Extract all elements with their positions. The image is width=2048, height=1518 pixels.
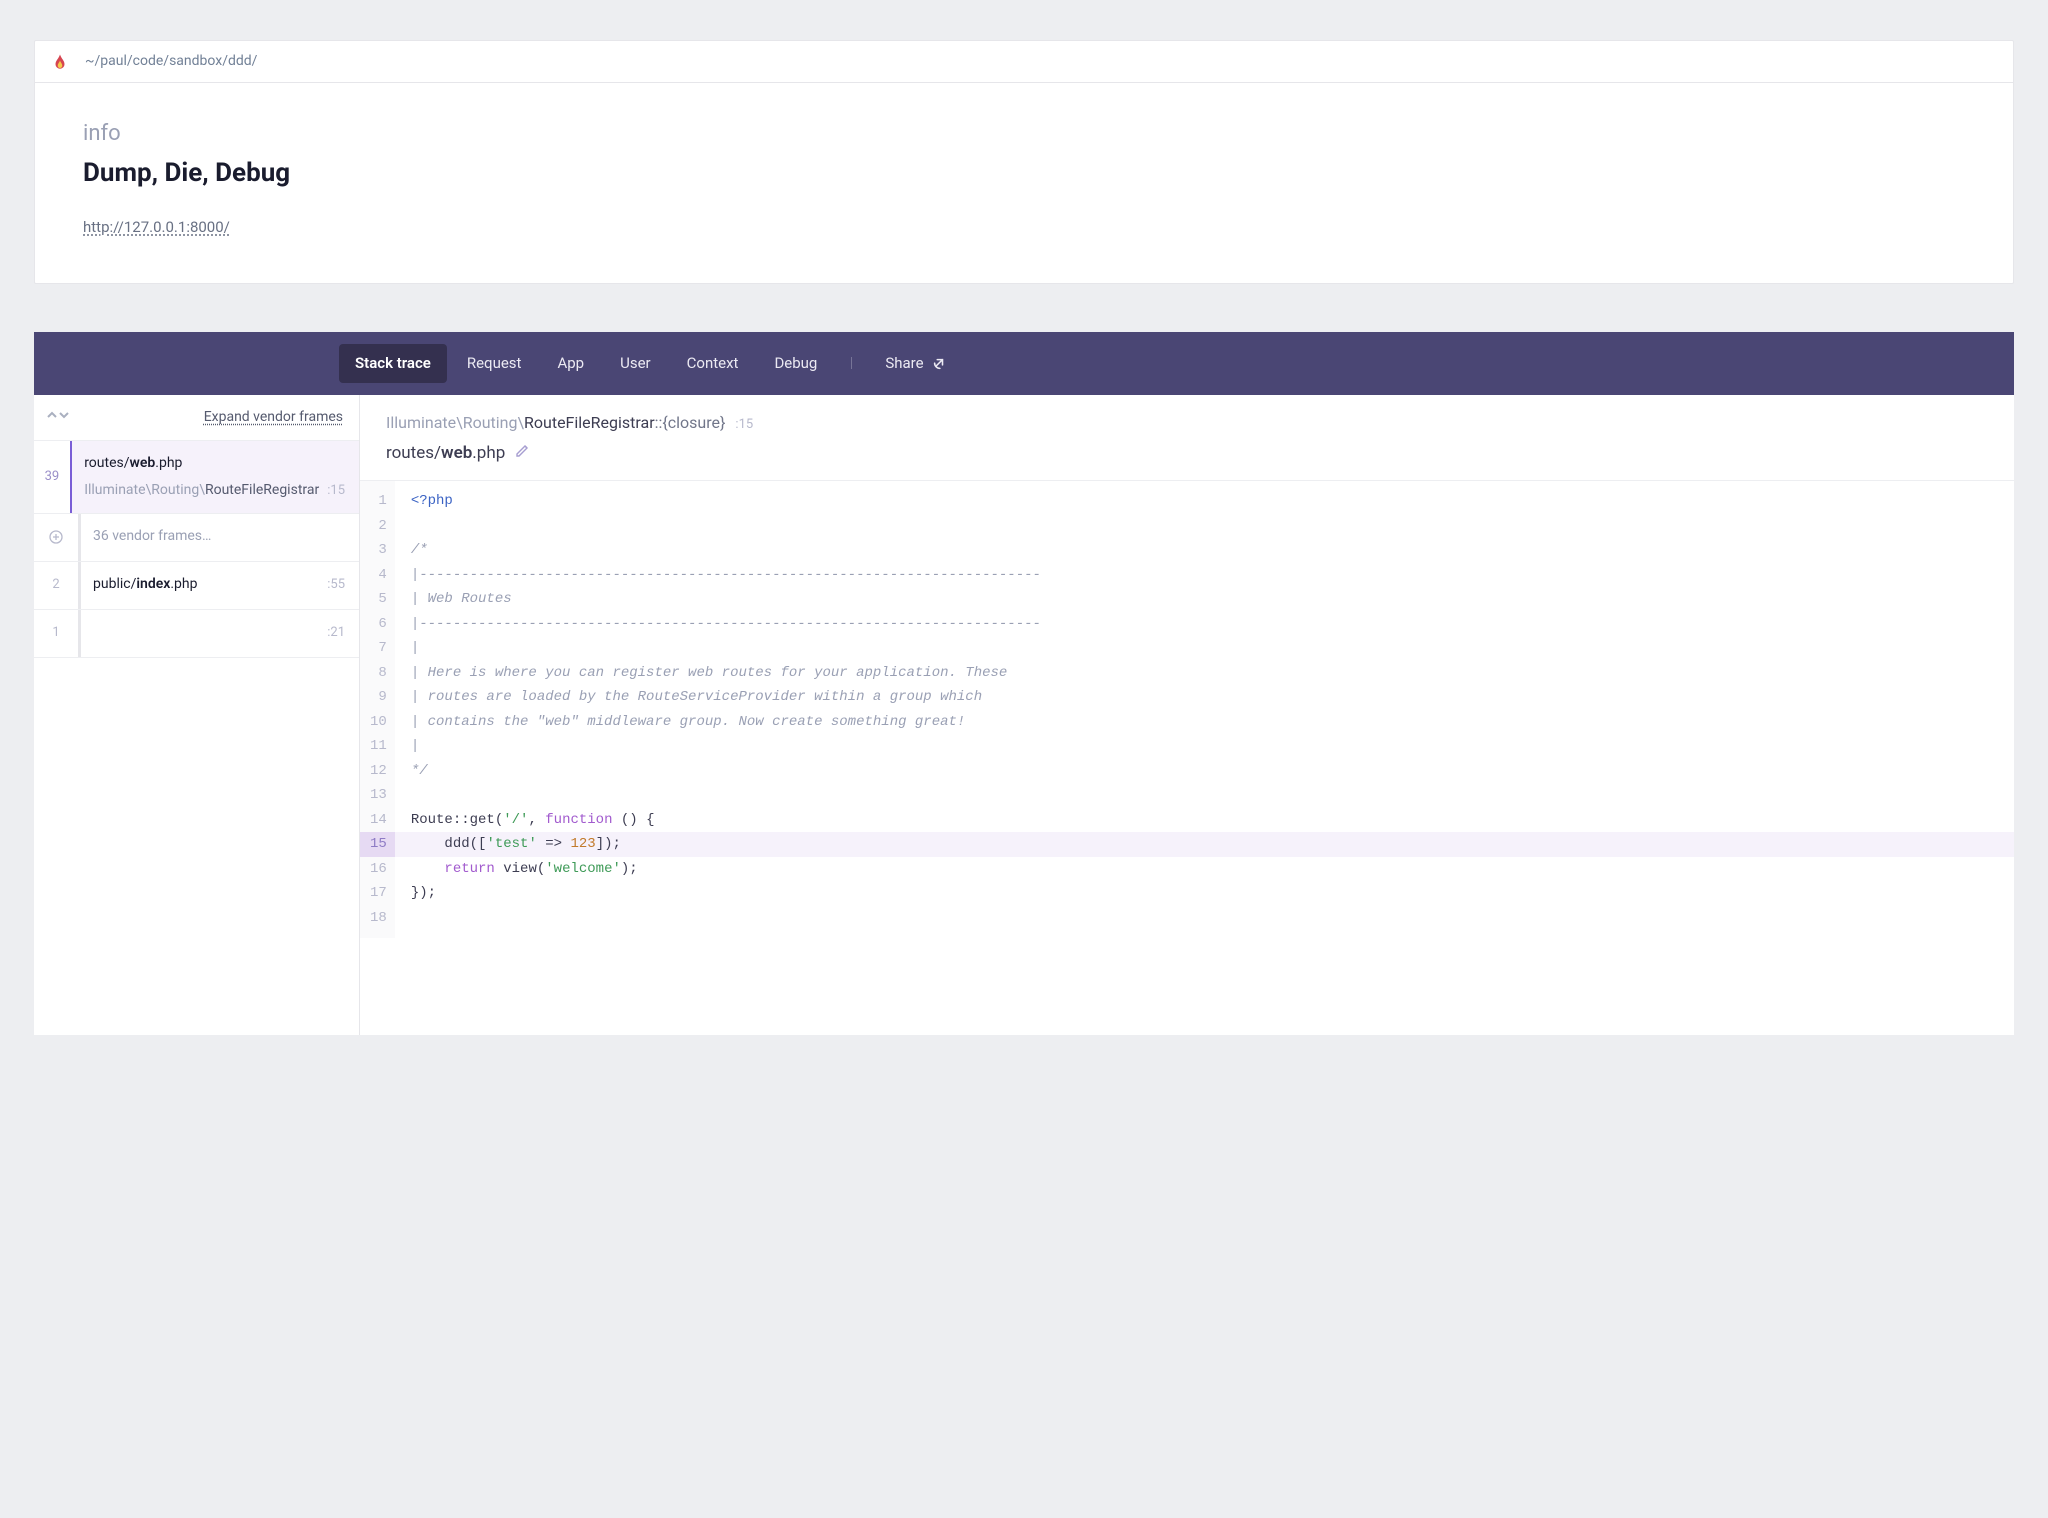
gutter-line: 18 bbox=[360, 906, 395, 931]
stack-frame[interactable]: 2 public/index.php :55 bbox=[34, 562, 359, 610]
error-title: Dump, Die, Debug bbox=[83, 154, 1965, 193]
stacklist-header: Expand vendor frames bbox=[34, 395, 359, 441]
ignition-logo-icon bbox=[51, 53, 69, 71]
gutter-line: 9 bbox=[360, 685, 395, 710]
header-titlebar: ~/paul/code/sandbox/ddd/ bbox=[35, 41, 2013, 83]
gutter-line: 1 bbox=[360, 489, 395, 514]
code-file-path: routes/web.php bbox=[386, 441, 1988, 467]
header-card: ~/paul/code/sandbox/ddd/ info Dump, Die,… bbox=[34, 40, 2014, 284]
code-line: Route::get('/', function () { bbox=[395, 808, 2014, 833]
gutter-line: 12 bbox=[360, 759, 395, 784]
gutter-line: 3 bbox=[360, 538, 395, 563]
stack-frame[interactable]: 1 :21 bbox=[34, 610, 359, 658]
code-line: |---------------------------------------… bbox=[395, 563, 2014, 588]
code-body: <?php /*|-------------------------------… bbox=[395, 481, 2014, 938]
tab-context[interactable]: Context bbox=[671, 344, 755, 383]
frame-class: Illuminate\Routing\RouteFileRegistrar bbox=[84, 480, 319, 501]
code-breadcrumb-line: :15 bbox=[735, 415, 753, 435]
code-line: <?php bbox=[395, 489, 2014, 514]
code-line bbox=[395, 906, 2014, 931]
code-line: | bbox=[395, 734, 2014, 759]
code-area: 123456789101112131415161718 <?php /*|---… bbox=[360, 481, 2014, 938]
gutter-line: 6 bbox=[360, 612, 395, 637]
code-line: */ bbox=[395, 759, 2014, 784]
tab-request[interactable]: Request bbox=[451, 344, 538, 383]
gutter-line: 11 bbox=[360, 734, 395, 759]
error-label: info bbox=[83, 117, 1965, 150]
frame-nav-down-icon[interactable] bbox=[58, 407, 70, 428]
code-line bbox=[395, 783, 2014, 808]
section-tabbar: Stack traceRequestAppUserContextDebug Sha… bbox=[34, 332, 2014, 395]
vendor-collapsed-text: 36 vendor frames… bbox=[93, 526, 211, 547]
code-line: return view('welcome'); bbox=[395, 857, 2014, 882]
gutter-line: 5 bbox=[360, 587, 395, 612]
expand-icon bbox=[34, 514, 78, 561]
code-gutter: 123456789101112131415161718 bbox=[360, 481, 395, 938]
request-url-link[interactable]: http://127.0.0.1:8000/ bbox=[83, 218, 230, 236]
tab-app[interactable]: App bbox=[541, 344, 600, 383]
code-panel: Illuminate\Routing\RouteFileRegistrar::{… bbox=[360, 395, 2014, 1035]
gutter-line: 16 bbox=[360, 857, 395, 882]
frame-line: :15 bbox=[327, 481, 345, 501]
frame-nav-arrows bbox=[46, 407, 70, 428]
frame-line: :21 bbox=[327, 623, 345, 643]
stack-frame-list: Expand vendor frames 39 routes/web.php I… bbox=[34, 395, 360, 1035]
frame-number: 39 bbox=[34, 441, 70, 513]
code-line: |---------------------------------------… bbox=[395, 612, 2014, 637]
tab-debug[interactable]: Debug bbox=[758, 344, 833, 383]
frame-number: 1 bbox=[34, 610, 78, 657]
tab-user[interactable]: User bbox=[604, 344, 667, 383]
gutter-line: 10 bbox=[360, 710, 395, 735]
code-panel-header: Illuminate\Routing\RouteFileRegistrar::{… bbox=[360, 395, 2014, 482]
header-body: info Dump, Die, Debug http://127.0.0.1:8… bbox=[35, 83, 2013, 283]
gutter-line: 7 bbox=[360, 636, 395, 661]
code-line: | contains the "web" middleware group. N… bbox=[395, 710, 2014, 735]
gutter-line: 13 bbox=[360, 783, 395, 808]
frame-line: :55 bbox=[327, 575, 345, 595]
frame-file: routes/web.php bbox=[84, 453, 182, 474]
project-path: ~/paul/code/sandbox/ddd/ bbox=[85, 51, 257, 72]
share-arrow-icon bbox=[932, 357, 946, 371]
vendor-frames-collapsed[interactable]: 36 vendor frames… bbox=[34, 514, 359, 562]
code-line: }); bbox=[395, 881, 2014, 906]
frame-nav-up-icon[interactable] bbox=[46, 407, 58, 428]
code-line: | routes are loaded by the RouteServiceP… bbox=[395, 685, 2014, 710]
gutter-line: 4 bbox=[360, 563, 395, 588]
frame-number: 2 bbox=[34, 562, 78, 609]
gutter-line: 8 bbox=[360, 661, 395, 686]
gutter-line: 14 bbox=[360, 808, 395, 833]
gutter-line: 2 bbox=[360, 514, 395, 539]
stack-trace-panel: Expand vendor frames 39 routes/web.php I… bbox=[34, 395, 2014, 1035]
frame-file bbox=[93, 622, 96, 643]
code-line: | bbox=[395, 636, 2014, 661]
code-line: /* bbox=[395, 538, 2014, 563]
tab-stack-trace[interactable]: Stack trace bbox=[339, 344, 447, 383]
expand-vendor-frames-link[interactable]: Expand vendor frames bbox=[204, 407, 343, 428]
code-line: ddd(['test' => 123]); bbox=[395, 832, 2014, 857]
code-line: | Here is where you can register web rou… bbox=[395, 661, 2014, 686]
stack-frame[interactable]: 39 routes/web.php Illuminate\Routing\Rou… bbox=[34, 441, 359, 514]
edit-file-icon[interactable] bbox=[515, 441, 531, 467]
code-line: | Web Routes bbox=[395, 587, 2014, 612]
gutter-line: 17 bbox=[360, 881, 395, 906]
code-breadcrumb: Illuminate\Routing\RouteFileRegistrar::{… bbox=[386, 411, 1988, 435]
code-line bbox=[395, 514, 2014, 539]
gutter-line: 15 bbox=[360, 832, 395, 857]
frame-file: public/index.php bbox=[93, 574, 197, 595]
share-button[interactable]: Share bbox=[869, 344, 961, 383]
